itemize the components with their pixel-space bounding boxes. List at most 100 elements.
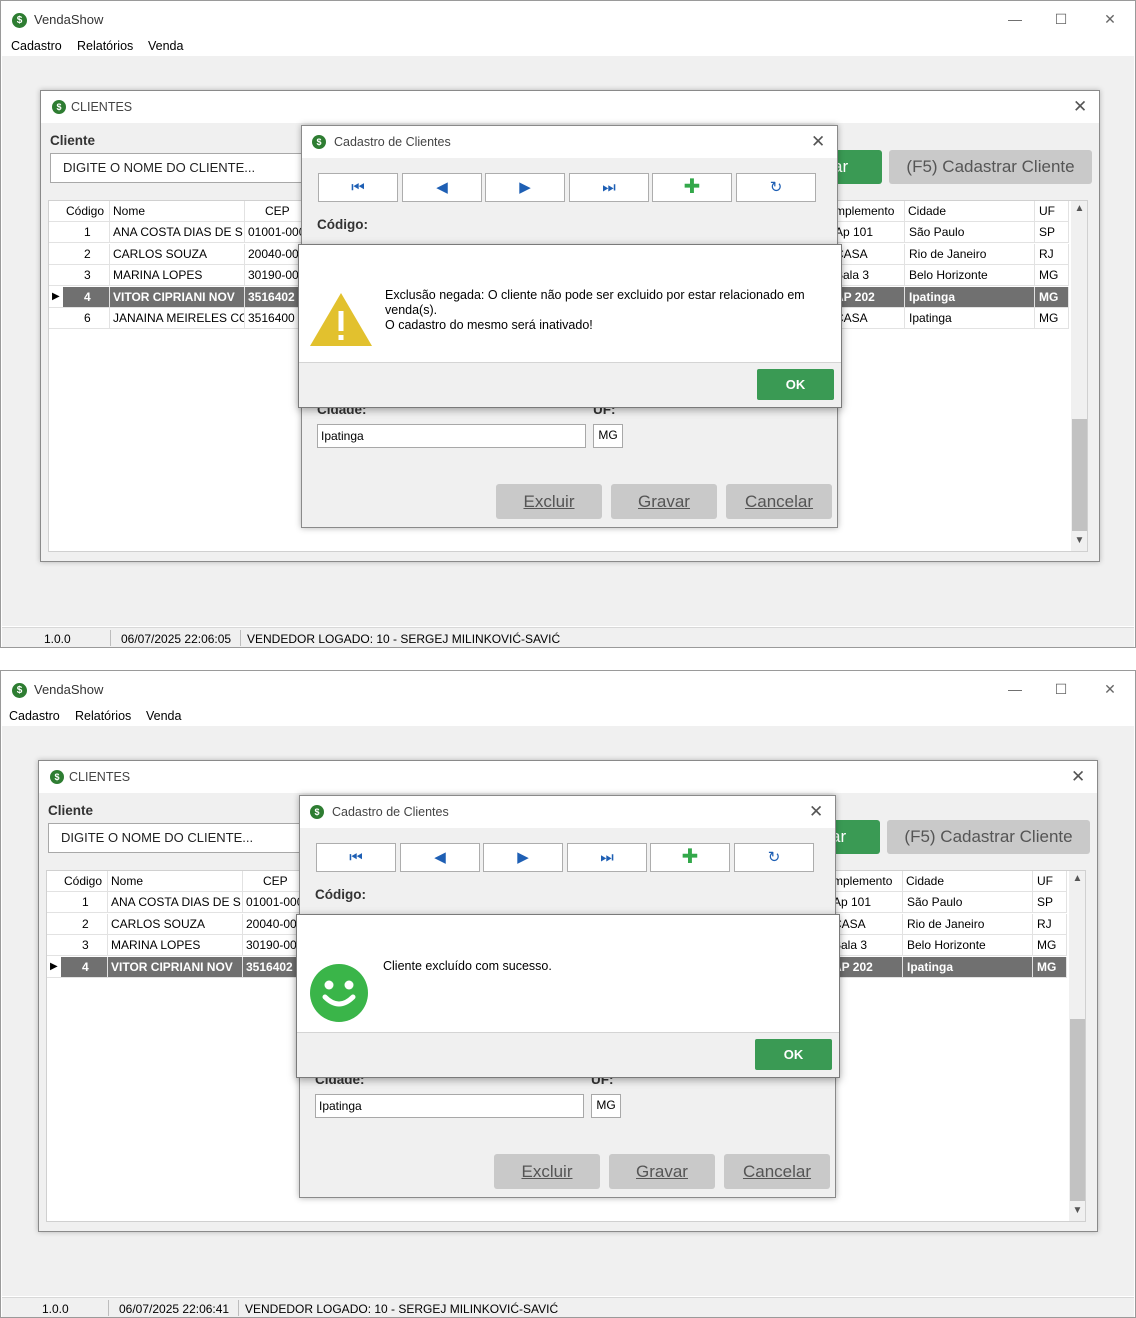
cadastrar-cliente-button[interactable]: (F5) Cadastrar Cliente — [887, 820, 1090, 854]
minimize-button[interactable]: — — [995, 8, 1035, 30]
cell-nome: VITOR CIPRIANI NOV — [108, 956, 243, 977]
clientes-titlebar: $ CLIENTES ✕ — [41, 91, 1099, 123]
scroll-down-icon[interactable]: ▼ — [1069, 1205, 1085, 1216]
cadastrar-cliente-button[interactable]: (F5) Cadastrar Cliente — [889, 150, 1092, 184]
screen-2: $ VendaShow — ☐ ✕ Cadastro Relatórios Ve… — [0, 670, 1136, 1318]
scroll-thumb[interactable] — [1072, 419, 1087, 531]
menu-relatorios[interactable]: Relatórios — [77, 39, 133, 53]
app-logo-icon: $ — [12, 683, 27, 698]
message-line: Exclusão negada: O cliente não pode ser … — [385, 288, 805, 317]
col-uf[interactable]: UF — [1033, 871, 1067, 891]
refresh-record-button[interactable]: ↻ — [736, 173, 816, 202]
app-logo-icon: $ — [12, 13, 27, 28]
clientes-logo-icon: $ — [52, 100, 66, 114]
cell-nome: VITOR CIPRIANI NOV — [110, 286, 245, 307]
cell-complemento: Ap 101 — [833, 892, 903, 912]
cell-codigo: 2 — [61, 913, 108, 934]
clientes-title: CLIENTES — [69, 770, 131, 784]
next-record-button[interactable]: ▶ — [485, 173, 565, 202]
col-cep[interactable]: CEP — [245, 201, 305, 221]
gravar-button[interactable]: Gravar — [611, 484, 717, 519]
row-selected-indicator-icon: ▶ — [50, 960, 58, 972]
cadastro-logo-icon: $ — [312, 135, 326, 149]
uf-input[interactable]: MG — [593, 424, 623, 448]
cancelar-button[interactable]: Cancelar — [724, 1154, 830, 1189]
previous-record-button[interactable]: ◀ — [400, 843, 480, 872]
status-version: 1.0.0 — [42, 1302, 69, 1316]
col-complemento[interactable]: mplemento — [833, 871, 903, 891]
cell-cep: 3516400 — [245, 308, 305, 328]
add-record-button[interactable]: ✚ — [652, 173, 732, 202]
message-footer: OK — [297, 1032, 839, 1077]
cell-cidade: Ipatinga — [903, 956, 1033, 977]
col-nome[interactable]: Nome — [108, 871, 243, 891]
close-button[interactable]: ✕ — [1090, 8, 1130, 30]
cell-cidade: Ipatinga — [905, 308, 1035, 328]
message-text: Cliente excluído com sucesso. — [383, 959, 823, 974]
cidade-input[interactable]: Ipatinga — [317, 424, 586, 448]
cadastro-close-icon[interactable]: ✕ — [811, 132, 825, 152]
message-footer: OK — [299, 362, 841, 407]
menu-venda[interactable]: Venda — [148, 39, 183, 53]
cell-nome: MARINA LOPES — [108, 935, 243, 955]
refresh-record-button[interactable]: ↻ — [734, 843, 814, 872]
minimize-button[interactable]: — — [995, 678, 1035, 700]
maximize-button[interactable]: ☐ — [1041, 678, 1081, 700]
scroll-down-icon[interactable]: ▼ — [1071, 535, 1087, 546]
menu-cadastro[interactable]: Cadastro — [9, 709, 60, 723]
cell-uf: MG — [1033, 935, 1067, 955]
cidade-input[interactable]: Ipatinga — [315, 1094, 584, 1118]
col-cidade[interactable]: Cidade — [905, 201, 1035, 221]
clientes-logo-icon: $ — [50, 770, 64, 784]
ok-button[interactable]: OK — [755, 1039, 832, 1070]
clientes-close-icon[interactable]: ✕ — [1071, 767, 1085, 787]
status-divider — [238, 1300, 239, 1316]
excluir-button[interactable]: Excluir — [494, 1154, 600, 1189]
cliente-search-input[interactable]: DIGITE O NOME DO CLIENTE... — [50, 153, 320, 183]
uf-input[interactable]: MG — [591, 1094, 621, 1118]
gravar-button[interactable]: Gravar — [609, 1154, 715, 1189]
last-record-button[interactable]: ⏭ — [569, 173, 649, 202]
scroll-up-icon[interactable]: ▲ — [1069, 873, 1085, 884]
close-button[interactable]: ✕ — [1090, 678, 1130, 700]
first-record-button[interactable]: ⏮ — [318, 173, 398, 202]
cancelar-button[interactable]: Cancelar — [726, 484, 832, 519]
grid-scrollbar[interactable]: ▲ ▼ — [1069, 871, 1085, 1221]
col-cep[interactable]: CEP — [243, 871, 303, 891]
cell-codigo: 1 — [63, 222, 110, 242]
screen-1: $ VendaShow — ☐ ✕ Cadastro Relatórios Ve… — [0, 0, 1136, 648]
first-record-button[interactable]: ⏮ — [316, 843, 396, 872]
col-nome[interactable]: Nome — [110, 201, 245, 221]
clientes-close-icon[interactable]: ✕ — [1073, 97, 1087, 117]
last-record-button[interactable]: ⏭ — [567, 843, 647, 872]
excluir-button[interactable]: Excluir — [496, 484, 602, 519]
cell-nome: ANA COSTA DIAS DE S — [108, 892, 243, 912]
grid-scrollbar[interactable]: ▲ ▼ — [1071, 201, 1087, 551]
previous-record-button[interactable]: ◀ — [402, 173, 482, 202]
app-titlebar: $ VendaShow — ☐ ✕ — [0, 0, 1136, 36]
status-version: 1.0.0 — [44, 632, 71, 646]
col-uf[interactable]: UF — [1035, 201, 1069, 221]
menu-relatorios[interactable]: Relatórios — [75, 709, 131, 723]
add-record-button[interactable]: ✚ — [650, 843, 730, 872]
message-line: O cadastro do mesmo será inativado! — [385, 318, 593, 332]
maximize-button[interactable]: ☐ — [1041, 8, 1081, 30]
cliente-search-input[interactable]: DIGITE O NOME DO CLIENTE... — [48, 823, 318, 853]
next-record-button[interactable]: ▶ — [483, 843, 563, 872]
col-complemento[interactable]: mplemento — [835, 201, 905, 221]
cell-complemento: Ap 101 — [835, 222, 905, 242]
cell-uf: MG — [1035, 308, 1069, 328]
menu-venda[interactable]: Venda — [146, 709, 181, 723]
ok-button[interactable]: OK — [757, 369, 834, 400]
col-cidade[interactable]: Cidade — [903, 871, 1033, 891]
cell-nome: JANAINA MEIRELES CC — [110, 308, 245, 328]
col-codigo[interactable]: Código — [63, 201, 110, 221]
cell-codigo: 1 — [61, 892, 108, 912]
scroll-thumb[interactable] — [1070, 1019, 1085, 1201]
cadastro-close-icon[interactable]: ✕ — [809, 802, 823, 822]
menu-cadastro[interactable]: Cadastro — [11, 39, 62, 53]
status-divider — [110, 630, 111, 646]
scroll-up-icon[interactable]: ▲ — [1071, 203, 1087, 214]
col-codigo[interactable]: Código — [61, 871, 108, 891]
cell-codigo: 3 — [63, 265, 110, 285]
